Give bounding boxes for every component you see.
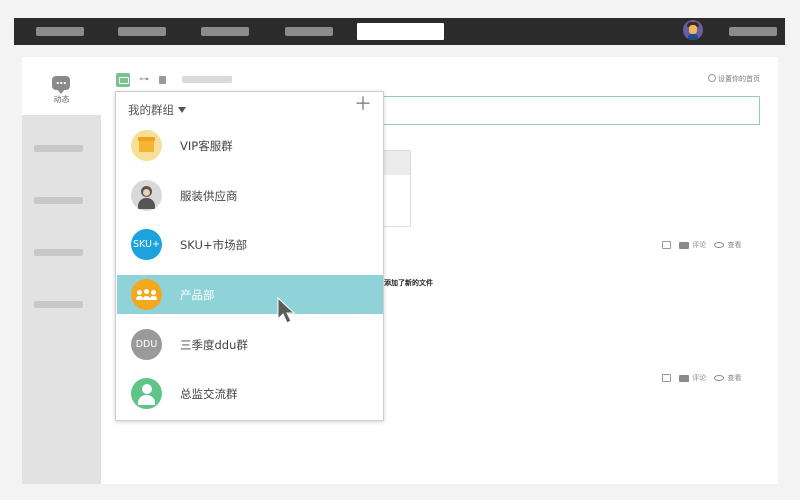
group-dropdown-header[interactable]: 我的群组 [128, 102, 186, 118]
nav-item-3[interactable] [201, 27, 249, 36]
feed-actions-2: 评论 查看 [662, 373, 747, 383]
comment-label[interactable]: 评论 [692, 240, 706, 250]
user-avatar[interactable] [683, 20, 703, 40]
person-icon [131, 180, 162, 211]
nav-item-4[interactable] [285, 27, 333, 36]
user-name-placeholder[interactable] [729, 27, 777, 36]
group-item-label: 产品部 [180, 288, 215, 302]
settings-home-link[interactable]: 设置你的首页 [708, 74, 760, 84]
group-item-directors[interactable]: 总监交流群 [117, 374, 383, 413]
add-group-button[interactable]: ＋ [354, 95, 372, 115]
group-item-product[interactable]: 产品部 [117, 275, 383, 314]
comment-label[interactable]: 评论 [692, 373, 706, 383]
eye-icon[interactable] [714, 375, 725, 381]
sidebar-item-3[interactable] [34, 197, 83, 204]
sidebar-item-2[interactable] [34, 145, 83, 152]
group-item-label: VIP客服群 [180, 139, 233, 153]
sidebar-item-4[interactable] [34, 249, 83, 256]
settings-home-label: 设置你的首页 [718, 75, 760, 83]
view-label[interactable]: 查看 [727, 373, 741, 383]
like-icon[interactable] [662, 374, 671, 382]
chat-bubble-icon [52, 76, 70, 94]
feed-actions-1: 评论 查看 [662, 240, 747, 250]
ddu-avatar: DDU [131, 329, 162, 360]
mouse-cursor-icon [277, 297, 296, 324]
group-item-label: 总监交流群 [180, 387, 238, 401]
team-icon [131, 279, 162, 310]
post-icon[interactable] [116, 73, 130, 87]
sidebar-item-feed[interactable]: 动态 [22, 57, 101, 115]
link-icon[interactable]: ⊶ [137, 73, 151, 87]
group-item-label: 服装供应商 [180, 189, 238, 203]
top-nav-bar [14, 18, 785, 45]
group-item-label: 三季度ddu群 [180, 338, 248, 352]
group-dropdown: 我的群组 ＋ VIP客服群 服装供应商 SKU+ SKU+市场部 产品部 DDU… [115, 91, 384, 421]
group-item-sku[interactable]: SKU+ SKU+市场部 [117, 225, 383, 264]
store-icon [131, 130, 162, 161]
document-icon[interactable] [156, 73, 170, 87]
sidebar-item-feed-label: 动态 [53, 95, 70, 104]
sku-avatar: SKU+ [131, 229, 162, 260]
toolbar-text-placeholder [182, 76, 232, 83]
like-icon[interactable] [662, 241, 671, 249]
gear-icon [708, 74, 716, 82]
view-label[interactable]: 查看 [727, 240, 741, 250]
group-dropdown-title: 我的群组 [128, 103, 174, 117]
eye-icon[interactable] [714, 242, 725, 248]
group-item-vip[interactable]: VIP客服群 [117, 126, 383, 165]
sidebar-item-5[interactable] [34, 301, 83, 308]
sidebar: 动态 [22, 57, 101, 484]
nav-item-1[interactable] [36, 27, 84, 36]
group-item-ddu[interactable]: DDU 三季度ddu群 [117, 325, 383, 364]
comment-icon[interactable] [679, 241, 690, 249]
group-item-clothing[interactable]: 服装供应商 [117, 176, 383, 215]
comment-icon[interactable] [679, 374, 690, 382]
nav-item-2[interactable] [118, 27, 166, 36]
feed-file-added-text: 添加了新的文件 [384, 279, 433, 287]
caret-down-icon [178, 107, 186, 113]
group-item-label: SKU+市场部 [180, 238, 248, 252]
user-icon [131, 378, 162, 409]
nav-item-active[interactable] [357, 23, 444, 40]
